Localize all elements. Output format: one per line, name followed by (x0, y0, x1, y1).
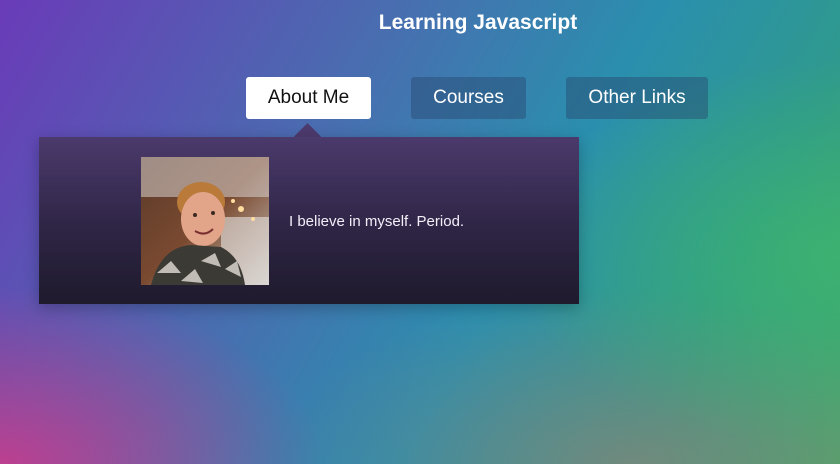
about-me-panel: I believe in myself. Period. (39, 137, 579, 304)
page-title: Learning Javascript (378, 11, 578, 34)
bio-text: I believe in myself. Period. (289, 213, 465, 230)
tab-other-links[interactable]: Other Links (566, 77, 708, 119)
avatar (141, 157, 269, 285)
tab-about-me[interactable]: About Me (246, 77, 371, 119)
tab-courses[interactable]: Courses (411, 77, 526, 119)
